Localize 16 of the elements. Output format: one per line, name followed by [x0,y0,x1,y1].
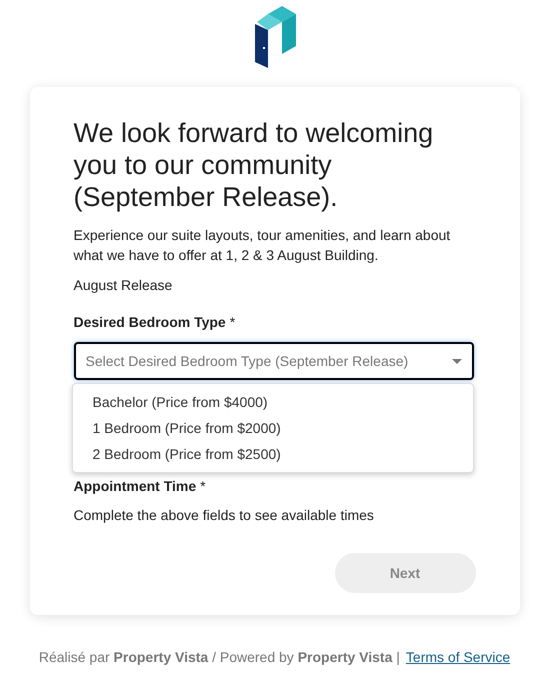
dropdown-option[interactable]: Bachelor (Price from $4000) [72,389,472,415]
logo-icon [254,6,296,68]
required-mark: * [200,477,206,496]
dropdown-option[interactable]: 1 Bedroom (Price from $2000) [72,415,472,441]
bedroom-select[interactable]: Select Desired Bedroom Type (September Release) [74,342,474,380]
dropdown-option[interactable]: 2 Bedroom (Price from $2500) [72,441,472,467]
field-label: Desired Bedroom Type [74,313,226,332]
terms-link[interactable]: Terms of Service [406,647,510,668]
field-label: Appointment Time [74,477,196,496]
release-text: August Release [74,276,174,295]
caret-icon [452,358,462,364]
required-mark: * [230,313,236,332]
hint-text: Complete the above fields to see available times [74,506,375,525]
footer-credit: Réalisé par Property Vista / Powered by Property Vista | [38,648,400,667]
intro-text: Experience our suite layouts, tour amenities, and learn about what we have to offer at 1, 2 & 3 August Building. [74,226,452,265]
page-heading: We look forward to welcoming you to our community (September Release). [74,117,434,213]
